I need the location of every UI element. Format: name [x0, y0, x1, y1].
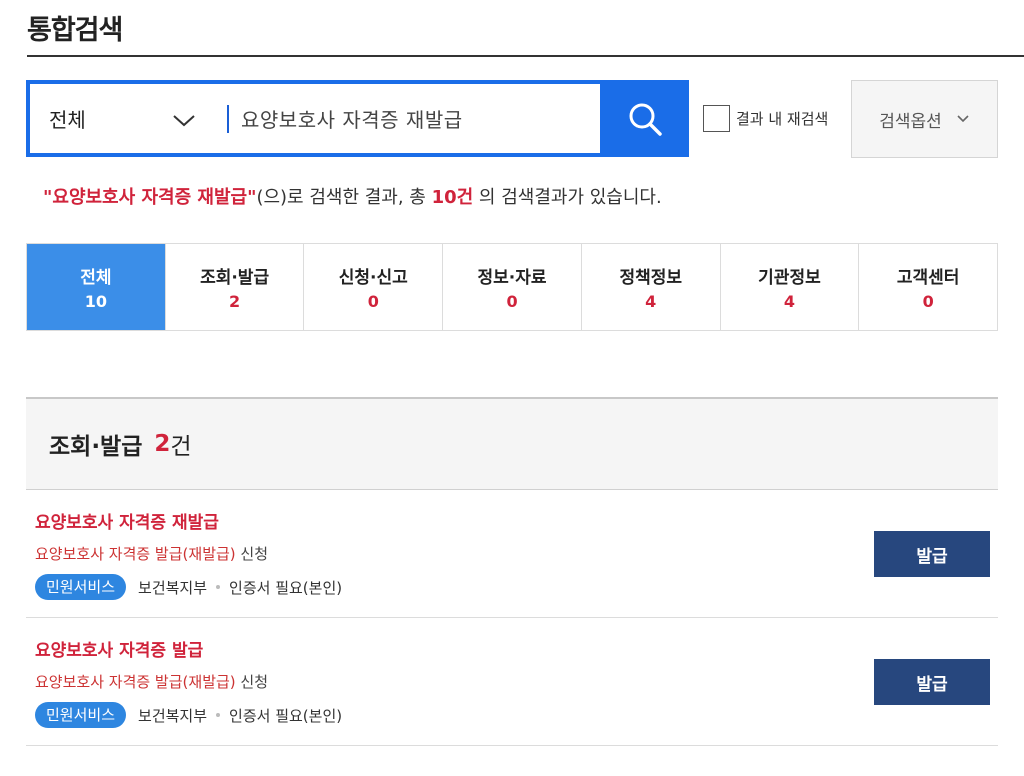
result-description-rest: 신청	[235, 673, 269, 691]
tab-label: 고객센터	[896, 268, 960, 288]
result-org: 보건복지부	[138, 578, 208, 597]
summary-count: 10건	[431, 187, 474, 208]
tab-label: 신청·신고	[338, 268, 408, 288]
search-button[interactable]	[600, 80, 689, 157]
search-bar: 전체	[26, 80, 689, 157]
result-title-link[interactable]: 요양보호사 자격증 발급	[35, 636, 203, 661]
tab-count: 0	[506, 292, 518, 311]
search-icon	[629, 103, 662, 136]
tab-count: 0	[922, 292, 934, 311]
tab-customer-center[interactable]: 고객센터 0	[859, 244, 998, 330]
tab-label: 기관정보	[758, 268, 821, 288]
result-meta: 민원서비스 보건복지부 인증서 필요(본인)	[35, 702, 342, 728]
refine-search-label: 결과 내 재검색	[736, 110, 829, 128]
result-cert-requirement: 인증서 필요(본인)	[229, 706, 343, 725]
section-header: 조회·발급 2 건	[26, 397, 998, 490]
result-org: 보건복지부	[138, 706, 208, 725]
service-type-badge: 민원서비스	[35, 574, 127, 600]
tab-count: 4	[645, 292, 657, 311]
tab-count: 10	[84, 292, 107, 311]
tab-label: 조회·발급	[200, 268, 270, 288]
category-tabs: 전체 10 조회·발급 2 신청·신고 0 정보·자료 0 정책정보 4 기관정…	[26, 243, 998, 331]
chevron-down-icon	[957, 115, 969, 123]
search-options-label: 검색옵션	[879, 111, 942, 132]
tab-all[interactable]: 전체 10	[27, 244, 166, 330]
section-count: 2	[154, 431, 171, 457]
result-meta: 민원서비스 보건복지부 인증서 필요(본인)	[35, 574, 342, 600]
search-input[interactable]	[229, 84, 601, 153]
result-description: 요양보호사 자격증 발급(재발급) 신청	[35, 543, 268, 564]
tab-lookup-issue[interactable]: 조회·발급 2	[165, 244, 305, 330]
section-unit: 건	[170, 434, 192, 460]
tab-label: 전체	[80, 268, 112, 288]
title-divider	[27, 55, 1024, 57]
chevron-down-icon	[173, 115, 195, 127]
separator-dot	[216, 585, 221, 589]
tab-info-materials[interactable]: 정보·자료 0	[443, 244, 582, 330]
result-title-link[interactable]: 요양보호사 자격증 재발급	[35, 508, 219, 533]
result-cert-requirement: 인증서 필요(본인)	[229, 578, 343, 597]
summary-keyword: "요양보호사 자격증 재발급"	[43, 187, 257, 208]
result-description: 요양보호사 자격증 발급(재발급) 신청	[35, 671, 268, 692]
issue-button[interactable]: 발급	[874, 531, 990, 577]
tab-count: 2	[229, 292, 241, 311]
separator-dot	[216, 713, 221, 717]
issue-button[interactable]: 발급	[874, 659, 990, 705]
tab-label: 정책정보	[619, 268, 683, 288]
tab-agency-info[interactable]: 기관정보 4	[720, 244, 860, 330]
service-type-badge: 민원서비스	[35, 702, 127, 728]
result-description-highlight: 요양보호사 자격증 발급(재발급)	[35, 545, 236, 563]
refine-search-checkbox[interactable]	[703, 105, 730, 132]
tab-count: 4	[783, 292, 796, 311]
result-description-highlight: 요양보호사 자격증 발급(재발급)	[35, 673, 236, 691]
summary-tail: 의 검색결과가 있습니다.	[473, 187, 662, 208]
result-item: 요양보호사 자격증 재발급 요양보호사 자격증 발급(재발급) 신청 민원서비스…	[26, 490, 998, 618]
result-summary: "요양보호사 자격증 재발급"(으)로 검색한 결과, 총 10건 의 검색결과…	[43, 183, 662, 209]
page-title: 통합검색	[27, 15, 123, 46]
section-title: 조회·발급	[49, 434, 143, 460]
scope-select[interactable]: 전체	[30, 84, 223, 153]
tab-policy-info[interactable]: 정책정보 4	[581, 244, 721, 330]
tab-application-report[interactable]: 신청·신고 0	[304, 244, 444, 330]
tab-label: 정보·자료	[477, 268, 547, 288]
scope-label: 전체	[49, 108, 86, 132]
result-description-rest: 신청	[235, 545, 269, 563]
summary-text: (으)로 검색한 결과, 총	[256, 187, 432, 208]
refine-search-toggle[interactable]: 결과 내 재검색	[703, 105, 828, 132]
search-options-button[interactable]: 검색옵션	[851, 80, 998, 158]
tab-count: 0	[367, 292, 379, 311]
result-item: 요양보호사 자격증 발급 요양보호사 자격증 발급(재발급) 신청 민원서비스 …	[26, 618, 998, 746]
